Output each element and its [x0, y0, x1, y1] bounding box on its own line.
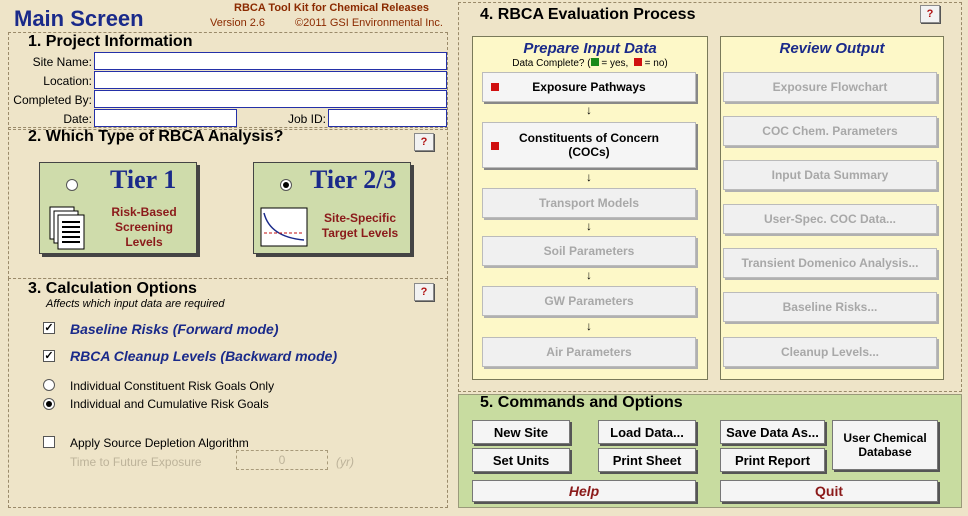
transient-domenico-button[interactable]: Transient Domenico Analysis... — [723, 248, 937, 278]
exposure-pathways-button[interactable]: Exposure Pathways — [482, 72, 696, 102]
tier1-card[interactable]: Tier 1 Risk-Based Screening Levels — [39, 162, 197, 254]
job-id-label: Job ID: — [287, 112, 326, 126]
time-unit-label: (yr) — [336, 455, 354, 469]
quit-button[interactable]: Quit — [720, 480, 938, 502]
complete-swatch — [590, 58, 599, 66]
print-sheet-button[interactable]: Print Sheet — [598, 448, 696, 472]
time-future-exposure-input[interactable]: 0 — [236, 450, 328, 470]
individual-only-radio[interactable] — [43, 379, 55, 391]
time-future-exposure-label: Time to Future Exposure — [70, 455, 202, 469]
tier23-title: Tier 2/3 — [310, 165, 397, 194]
evaluation-heading: 4. RBCA Evaluation Process — [480, 6, 696, 23]
analysis-help-button[interactable]: ? — [414, 133, 434, 151]
transport-models-button[interactable]: Transport Models — [482, 188, 696, 218]
baseline-risks-label: Baseline Risks (Forward mode) — [70, 321, 279, 337]
documents-icon — [48, 205, 88, 251]
review-output-title: Review Output — [779, 40, 885, 57]
evaluation-help-button[interactable]: ? — [920, 5, 940, 23]
flow-arrow-icon: ↓ — [586, 170, 592, 184]
coc-button[interactable]: Constituents of Concern (COCs) — [482, 122, 696, 168]
tier1-title: Tier 1 — [110, 165, 177, 194]
status-incomplete-icon — [491, 142, 499, 150]
flow-arrow-icon: ↓ — [586, 268, 592, 282]
completed-by-field[interactable] — [94, 90, 447, 108]
calc-help-button[interactable]: ? — [414, 283, 434, 301]
calc-options-frame — [8, 278, 448, 508]
prepare-input-title: Prepare Input Data — [523, 40, 657, 57]
commands-heading: 5. Commands and Options — [480, 394, 683, 411]
gw-parameters-button[interactable]: GW Parameters — [482, 286, 696, 316]
site-name-field[interactable] — [94, 52, 447, 70]
individual-only-label: Individual Constituent Risk Goals Only — [70, 379, 275, 393]
analysis-heading: 2. Which Type of RBCA Analysis? — [28, 128, 284, 145]
baseline-risks-checkbox[interactable]: ✓ — [43, 322, 55, 334]
individual-cumulative-radio[interactable] — [43, 398, 55, 410]
tier1-description: Risk-Based Screening Levels — [111, 205, 177, 249]
location-field[interactable] — [94, 71, 447, 89]
project-info-heading: 1. Project Information — [28, 33, 193, 50]
tier1-radio[interactable] — [66, 179, 78, 191]
incomplete-swatch — [633, 58, 642, 66]
cleanup-levels-checkbox[interactable]: ✓ — [43, 350, 55, 362]
copyright-label: ©2011 GSI Environmental Inc. — [295, 17, 443, 29]
exposure-flowchart-button[interactable]: Exposure Flowchart — [723, 72, 937, 102]
individual-cumulative-label: Individual and Cumulative Risk Goals — [70, 397, 269, 411]
cleanup-levels-label: RBCA Cleanup Levels (Backward mode) — [70, 348, 338, 364]
save-data-as-button[interactable]: Save Data As... — [720, 420, 825, 444]
air-parameters-button[interactable]: Air Parameters — [482, 337, 696, 367]
help-button[interactable]: Help — [472, 480, 696, 502]
flow-arrow-icon: ↓ — [586, 219, 592, 233]
flow-arrow-icon: ↓ — [586, 319, 592, 333]
date-label: Date: — [63, 112, 92, 126]
decay-curve-icon — [260, 207, 308, 247]
status-incomplete-icon — [491, 83, 499, 91]
tier23-radio[interactable] — [280, 179, 292, 191]
baseline-risks-button[interactable]: Baseline Risks... — [723, 292, 937, 322]
new-site-button[interactable]: New Site — [472, 420, 570, 444]
calc-options-heading: 3. Calculation Options — [28, 280, 197, 297]
coc-chem-parameters-button[interactable]: COC Chem. Parameters — [723, 116, 937, 146]
location-label: Location: — [43, 74, 92, 88]
site-name-label: Site Name: — [32, 55, 92, 69]
user-spec-coc-data-button[interactable]: User-Spec. COC Data... — [723, 204, 937, 234]
set-units-button[interactable]: Set Units — [472, 448, 570, 472]
completed-by-label: Completed By: — [13, 93, 92, 107]
version-label: Version 2.6 — [210, 17, 266, 29]
tier23-card[interactable]: Tier 2/3 Site-Specific Target Levels — [253, 162, 411, 254]
input-data-summary-button[interactable]: Input Data Summary — [723, 160, 937, 190]
user-chemical-database-button[interactable]: User Chemical Database — [832, 420, 938, 470]
calc-options-subtitle: Affects which input data are required — [46, 298, 225, 310]
source-depletion-checkbox[interactable] — [43, 436, 55, 448]
data-complete-legend: Data Complete? ( = yes, = no) — [512, 58, 668, 69]
soil-parameters-button[interactable]: Soil Parameters — [482, 236, 696, 266]
cleanup-levels-button[interactable]: Cleanup Levels... — [723, 337, 937, 367]
source-depletion-label: Apply Source Depletion Algorithm — [70, 436, 249, 450]
tier23-description: Site-Specific Target Levels — [321, 211, 399, 240]
job-id-field[interactable] — [328, 109, 447, 127]
date-field[interactable] — [94, 109, 237, 127]
page-title: Main Screen — [14, 6, 144, 31]
toolkit-name: RBCA Tool Kit for Chemical Releases — [234, 2, 429, 14]
flow-arrow-icon: ↓ — [586, 103, 592, 117]
load-data-button[interactable]: Load Data... — [598, 420, 696, 444]
print-report-button[interactable]: Print Report — [720, 448, 825, 472]
